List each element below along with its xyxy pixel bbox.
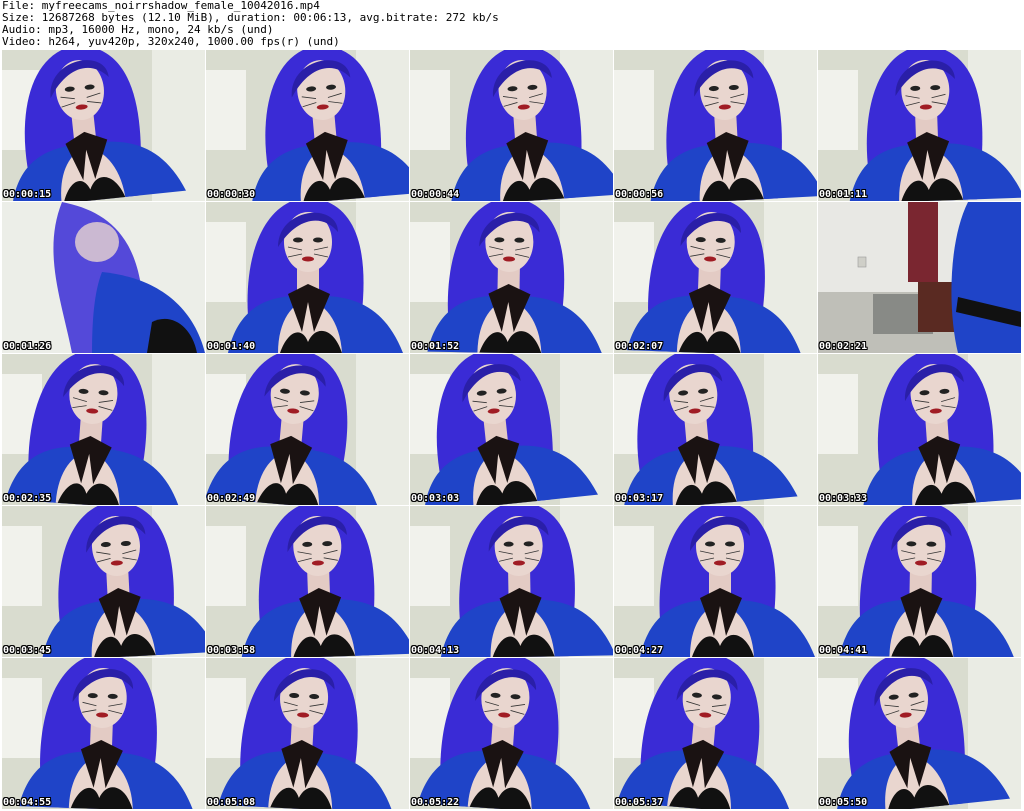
frame-image bbox=[410, 202, 613, 353]
video-thumbnail: 00:02:07 bbox=[614, 202, 817, 353]
frame-timestamp: 00:04:41 bbox=[819, 645, 868, 656]
video-thumbnail: 00:01:26 bbox=[2, 202, 205, 353]
frame-timestamp: 00:01:26 bbox=[3, 341, 52, 352]
video-thumbnail: 00:05:50 bbox=[818, 658, 1021, 809]
video-thumbnail: 00:01:11 bbox=[818, 50, 1021, 201]
video-thumbnail: 00:00:56 bbox=[614, 50, 817, 201]
frame-timestamp: 00:01:52 bbox=[411, 341, 460, 352]
video-thumbnail: 00:05:37 bbox=[614, 658, 817, 809]
video-thumbnail: 00:05:08 bbox=[206, 658, 409, 809]
video-thumbnail: 00:03:17 bbox=[614, 354, 817, 505]
frame-timestamp: 00:03:17 bbox=[615, 493, 664, 504]
video-thumbnail: 00:02:49 bbox=[206, 354, 409, 505]
frame-image bbox=[410, 658, 613, 809]
frame-timestamp: 00:00:30 bbox=[207, 189, 256, 200]
frame-image bbox=[2, 50, 205, 201]
frame-timestamp: 00:05:22 bbox=[411, 797, 460, 808]
frame-timestamp: 00:05:08 bbox=[207, 797, 256, 808]
video-thumbnail: 00:02:21 bbox=[818, 202, 1021, 353]
frame-image bbox=[206, 506, 409, 657]
video-thumbnail: 00:03:03 bbox=[410, 354, 613, 505]
frame-timestamp: 00:03:58 bbox=[207, 645, 256, 656]
frame-timestamp: 00:05:37 bbox=[615, 797, 664, 808]
frame-image bbox=[206, 658, 409, 809]
frame-timestamp: 00:02:21 bbox=[819, 341, 868, 352]
frame-image bbox=[410, 354, 613, 505]
frame-timestamp: 00:03:03 bbox=[411, 493, 460, 504]
frame-image bbox=[614, 354, 817, 505]
frame-timestamp: 00:05:50 bbox=[819, 797, 868, 808]
frame-image bbox=[2, 506, 205, 657]
video-thumbnail: 00:01:52 bbox=[410, 202, 613, 353]
frame-image bbox=[614, 506, 817, 657]
video-thumbnail: 00:04:41 bbox=[818, 506, 1021, 657]
frame-timestamp: 00:04:13 bbox=[411, 645, 460, 656]
thumbnail-grid: 00:00:15 00:00:30 00:00:44 00:00:56 00:01:11… bbox=[2, 50, 1022, 811]
frame-image bbox=[818, 354, 1021, 505]
frame-timestamp: 00:02:49 bbox=[207, 493, 256, 504]
video-thumbnail: 00:04:55 bbox=[2, 658, 205, 809]
frame-timestamp: 00:02:07 bbox=[615, 341, 664, 352]
frame-timestamp: 00:01:40 bbox=[207, 341, 256, 352]
frame-image bbox=[206, 50, 409, 201]
frame-timestamp: 00:00:44 bbox=[411, 189, 460, 200]
video-info-line: Video: h264, yuv420p, 320x240, 1000.00 f… bbox=[2, 35, 340, 48]
frame-timestamp: 00:00:56 bbox=[615, 189, 664, 200]
frame-timestamp: 00:04:55 bbox=[3, 797, 52, 808]
video-thumbnail: 00:02:35 bbox=[2, 354, 205, 505]
frame-image bbox=[2, 202, 205, 353]
frame-image bbox=[818, 50, 1021, 201]
frame-image bbox=[410, 506, 613, 657]
video-thumbnail: 00:00:15 bbox=[2, 50, 205, 201]
video-thumbnail: 00:04:27 bbox=[614, 506, 817, 657]
frame-image bbox=[818, 202, 1021, 353]
frame-timestamp: 00:03:45 bbox=[3, 645, 52, 656]
video-thumbnail: 00:03:58 bbox=[206, 506, 409, 657]
frame-image bbox=[410, 50, 613, 201]
frame-timestamp: 00:03:33 bbox=[819, 493, 868, 504]
frame-image bbox=[2, 354, 205, 505]
video-thumbnail: 00:00:30 bbox=[206, 50, 409, 201]
frame-image bbox=[818, 658, 1021, 809]
file-info-header: File: myfreecams_noirrshadow_female_1004… bbox=[2, 0, 1022, 50]
frame-image bbox=[2, 658, 205, 809]
frame-timestamp: 00:02:35 bbox=[3, 493, 52, 504]
frame-timestamp: 00:01:11 bbox=[819, 189, 868, 200]
video-thumbnail: 00:03:45 bbox=[2, 506, 205, 657]
frame-image bbox=[614, 202, 817, 353]
frame-image bbox=[206, 202, 409, 353]
frame-image bbox=[818, 506, 1021, 657]
frame-image bbox=[614, 50, 817, 201]
video-thumbnail: 00:00:44 bbox=[410, 50, 613, 201]
frame-image bbox=[206, 354, 409, 505]
frame-timestamp: 00:04:27 bbox=[615, 645, 664, 656]
frame-image bbox=[614, 658, 817, 809]
video-thumbnail: 00:03:33 bbox=[818, 354, 1021, 505]
video-thumbnail: 00:05:22 bbox=[410, 658, 613, 809]
video-thumbnail: 00:01:40 bbox=[206, 202, 409, 353]
video-thumbnail: 00:04:13 bbox=[410, 506, 613, 657]
frame-timestamp: 00:00:15 bbox=[3, 189, 52, 200]
